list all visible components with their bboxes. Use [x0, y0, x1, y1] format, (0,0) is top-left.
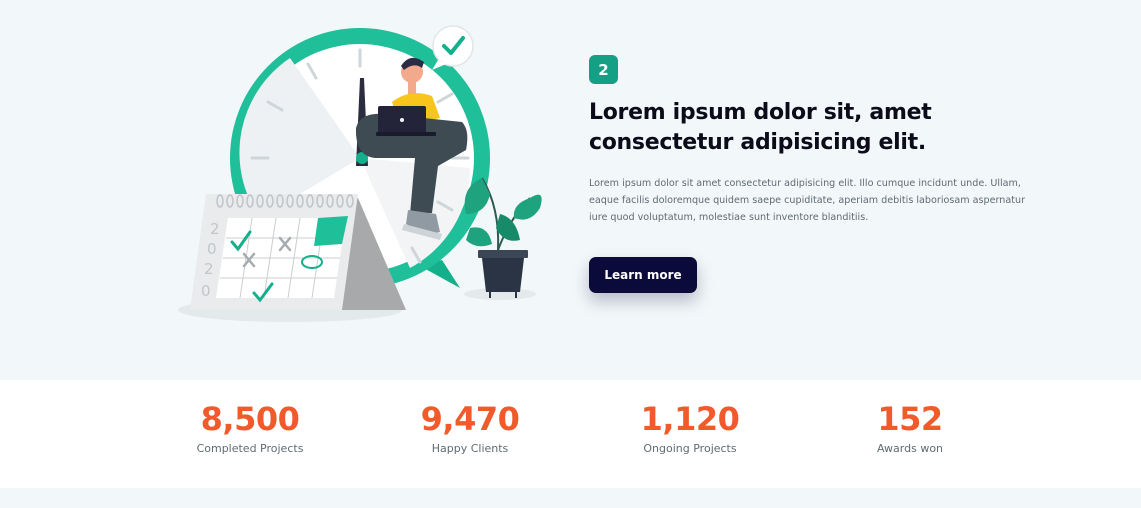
bottom-band [0, 488, 1141, 508]
svg-text:0: 0 [207, 240, 217, 258]
plant-icon [464, 177, 542, 298]
feature-headline: Lorem ipsum dolor sit, amet consectetur … [589, 100, 932, 155]
svg-text:0: 0 [201, 282, 211, 300]
stats-section: 8,500 Completed Projects 9,470 Happy Cli… [0, 380, 1141, 488]
stat-label: Happy Clients [431, 442, 509, 455]
stat-value: 8,500 [200, 400, 300, 438]
stat-label: Awards won [876, 442, 944, 455]
stat-value: 9,470 [420, 400, 520, 438]
stat-label: Completed Projects [196, 442, 304, 455]
svg-text:2: 2 [210, 220, 220, 238]
time-management-illustration: 2 0 2 0 [178, 25, 542, 322]
stat-ongoing-projects: 1,120 Ongoing Projects [590, 400, 790, 455]
learn-more-button[interactable]: Learn more [589, 257, 697, 293]
stat-value: 1,120 [640, 400, 740, 438]
stat-completed-projects: 8,500 Completed Projects [150, 400, 350, 455]
feature-description: Lorem ipsum dolor sit amet consectetur a… [589, 178, 1026, 223]
feature-section: 2 0 2 0 2 Lorem ipsum dolor sit, amet cons… [0, 0, 1141, 380]
svg-text:2: 2 [204, 260, 214, 278]
step-number-badge: 2 [589, 55, 618, 84]
stat-happy-clients: 9,470 Happy Clients [370, 400, 570, 455]
stat-value: 152 [877, 400, 943, 438]
check-icon [432, 25, 474, 70]
stat-label: Ongoing Projects [643, 442, 737, 455]
stat-awards-won: 152 Awards won [810, 400, 1010, 455]
